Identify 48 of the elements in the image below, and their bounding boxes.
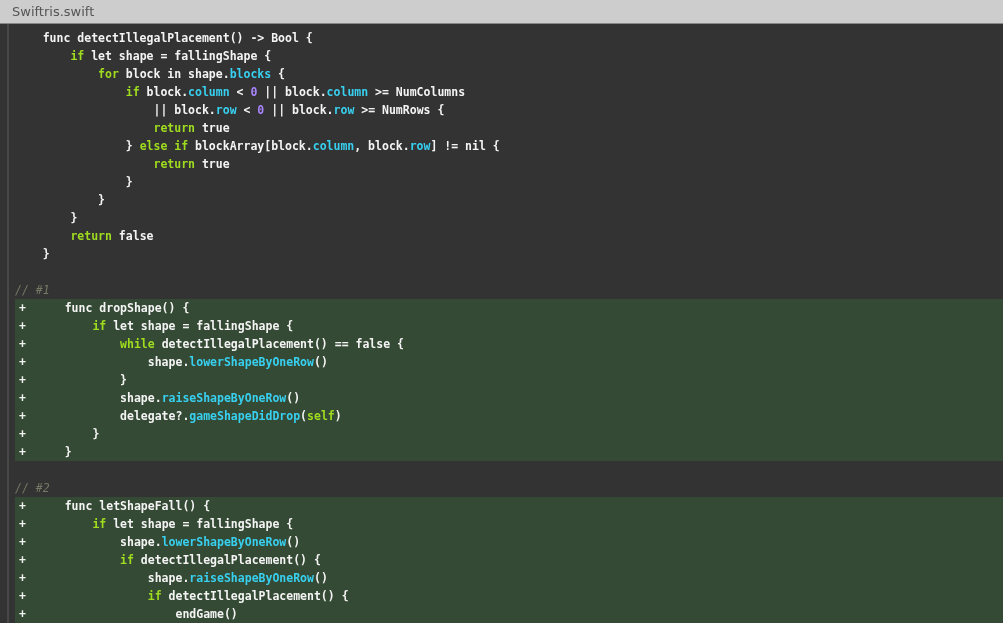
code-line: if let shape = fallingShape { <box>91 517 294 531</box>
diff-marker: + <box>18 355 27 369</box>
code-line: if detectIllegalPlacement() { <box>119 553 321 567</box>
diff-marker: + <box>18 373 27 387</box>
code-line: } <box>119 373 127 387</box>
code-line: return true <box>152 157 230 171</box>
code-line: // #1 <box>15 283 50 297</box>
code-line: } <box>41 247 50 261</box>
code-line: } <box>69 211 78 225</box>
file-name[interactable]: Swiftris.swift <box>12 4 95 19</box>
diff-marker: + <box>18 409 27 423</box>
code-line: if block.column < 0 || block.column >= NumColumns <box>124 85 466 99</box>
diff-marker: + <box>18 553 27 567</box>
diff-marker: + <box>18 571 27 585</box>
code-line: // #2 <box>15 481 50 495</box>
diff-marker: + <box>18 589 27 603</box>
code-line: if let shape = fallingShape { <box>91 319 294 333</box>
code-line: return true <box>152 121 230 135</box>
diff-marker: + <box>18 337 27 351</box>
diff-marker: + <box>18 535 27 549</box>
diff-marker: + <box>18 391 27 405</box>
code-line: return false <box>69 229 154 243</box>
code-line: shape.lowerShapeByOneRow() <box>146 355 328 369</box>
diff-marker: + <box>18 517 27 531</box>
code-line: shape.raiseShapeByOneRow() <box>146 571 328 585</box>
code-line: shape.lowerShapeByOneRow() <box>119 535 301 549</box>
code-line: while detectIllegalPlacement() == false { <box>119 337 404 351</box>
diff-marker: + <box>18 445 27 459</box>
diff-marker: + <box>18 301 27 315</box>
code-line: delegate?.gameShapeDidDrop(self) <box>119 409 342 423</box>
code-line: shape.raiseShapeByOneRow() <box>119 391 301 405</box>
code-line: if detectIllegalPlacement() { <box>146 589 349 603</box>
code-line: endGame() <box>174 607 238 621</box>
code-line: } <box>97 193 105 207</box>
code-line: || block.row < 0 || block.row >= NumRows { <box>152 103 445 117</box>
code-line: } <box>124 175 133 189</box>
diff-marker: + <box>18 607 27 621</box>
code-line: for block in shape.blocks { <box>97 67 286 81</box>
diff-marker: + <box>18 427 27 441</box>
code-line: } <box>63 445 72 459</box>
code-line: if let shape = fallingShape { <box>69 49 272 63</box>
code-line: } <box>91 427 100 441</box>
code-line: func letShapeFall() { <box>63 499 211 513</box>
code-line: } else if blockArray[block.column, block.row] != nil { <box>124 139 500 153</box>
code-line: func detectIllegalPlacement() -> Bool { <box>41 31 313 45</box>
diff-marker: + <box>18 319 27 333</box>
code-line: func dropShape() { <box>63 301 190 315</box>
diff-marker: + <box>18 499 27 513</box>
